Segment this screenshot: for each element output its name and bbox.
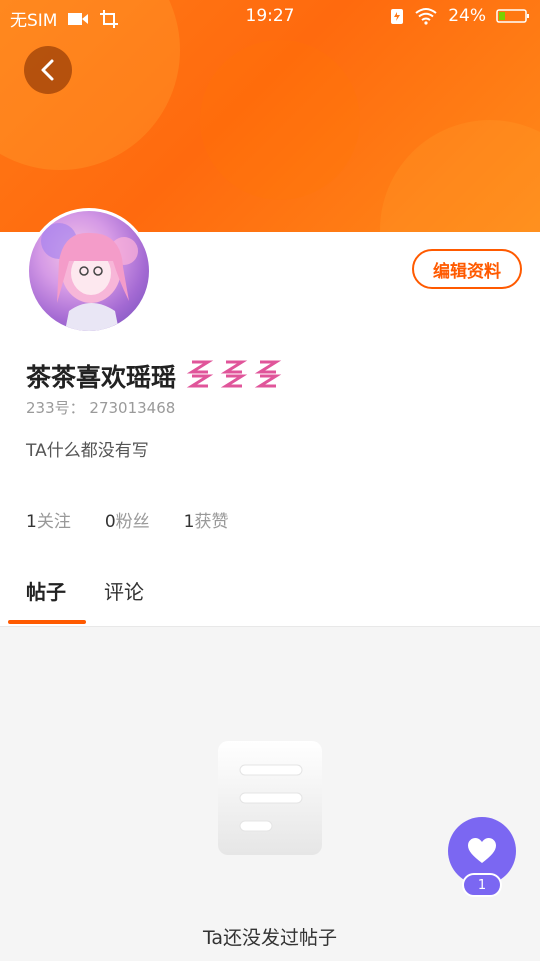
floating-badge: 1 [462, 873, 502, 897]
empty-document-icon [218, 741, 322, 855]
sleep-decoration [186, 358, 282, 388]
back-button[interactable] [24, 46, 72, 94]
active-tab-indicator [8, 620, 86, 624]
battery-saver-icon [391, 9, 404, 24]
stat-followers-label: 粉丝 [115, 512, 150, 532]
stat-following-label: 关注 [36, 512, 71, 532]
zzz-icon [186, 360, 214, 388]
user-bio: TA什么都没有写 [26, 441, 149, 461]
zzz-icon [254, 360, 282, 388]
battery-icon [496, 9, 529, 23]
user-id: 233号： 273013468 [26, 397, 175, 418]
empty-state-text: Ta还没发过帖子 [202, 927, 338, 949]
stat-likes-count: 1 [183, 512, 195, 532]
stat-followers-count: 0 [104, 512, 116, 532]
profile-tabs: 帖子 评论 [0, 570, 540, 626]
stat-following[interactable]: 1关注 [26, 507, 71, 532]
avatar[interactable] [26, 208, 152, 334]
posts-content: Ta还没发过帖子 [0, 626, 540, 961]
user-id-value: 273013468 [89, 399, 176, 417]
stat-following-count: 1 [26, 512, 37, 532]
wifi-icon [415, 8, 437, 25]
stat-likes[interactable]: 1获赞 [184, 507, 229, 532]
tab-posts[interactable]: 帖子 [26, 576, 66, 605]
stat-likes-label: 获赞 [194, 512, 229, 532]
avatar-illustration [41, 223, 138, 331]
profile-stats: 1关注 0粉丝 1获赞 [26, 507, 228, 532]
battery-percent: 24% [448, 6, 486, 26]
username: 茶茶喜欢瑶瑶 [26, 363, 177, 392]
profile-header-background [0, 0, 540, 232]
heart-icon [468, 838, 496, 863]
zzz-icon [220, 360, 248, 388]
user-id-label: 233号： [26, 399, 85, 417]
status-bar: 无SIM 19:27 24% [0, 0, 540, 34]
edit-profile-button[interactable]: 编辑资料 [412, 249, 522, 289]
tab-comments[interactable]: 评论 [104, 576, 144, 605]
chevron-left-icon [41, 59, 54, 81]
stat-followers[interactable]: 0粉丝 [105, 507, 150, 532]
